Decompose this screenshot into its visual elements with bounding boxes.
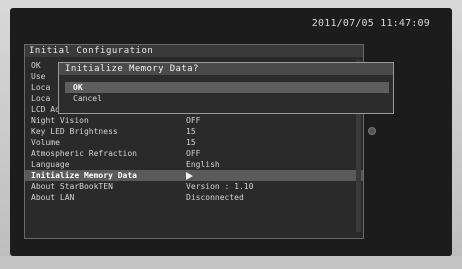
config-row-label: Initialize Memory Data <box>31 171 137 180</box>
status-dot-icon <box>368 127 376 135</box>
config-row-value: 15 <box>186 127 196 136</box>
config-row-label: Volume <box>31 138 60 147</box>
config-row-label: Key LED Brightness <box>31 127 118 136</box>
config-row-label: Use <box>31 72 46 81</box>
dialog-cancel-option[interactable]: Cancel <box>65 93 389 104</box>
datetime-readout: 2011/07/05 11:47:09 <box>311 18 430 29</box>
config-row-value: 15 <box>186 138 196 147</box>
confirm-dialog: Initialize Memory Data? OK Cancel <box>58 62 394 114</box>
bezel-bottom <box>0 256 462 269</box>
config-row-language[interactable]: Language English <box>25 159 363 170</box>
config-row-label: Night Vision <box>31 116 89 125</box>
config-row-value: English <box>186 160 220 169</box>
config-row-label: About StarBookTEN <box>31 182 113 191</box>
config-row-value: OFF <box>186 116 201 125</box>
dialog-title: Initialize Memory Data? <box>59 63 393 75</box>
config-row-about-lan[interactable]: About LAN Disconnected <box>25 192 363 203</box>
config-row-label: OK <box>31 61 41 70</box>
config-row-value: Disconnected <box>186 193 244 202</box>
config-row-atmospheric-refraction[interactable]: Atmospheric Refraction OFF <box>25 148 363 159</box>
config-row-label: Language <box>31 160 70 169</box>
play-arrow-icon <box>186 171 193 180</box>
config-row-label: Atmospheric Refraction <box>31 149 137 158</box>
config-row-value <box>186 170 193 181</box>
dialog-ok-option[interactable]: OK <box>65 82 389 93</box>
config-row-label: Loca <box>31 83 51 92</box>
config-row-label: About LAN <box>31 193 75 202</box>
config-row-night-vision[interactable]: Night Vision OFF <box>25 115 363 126</box>
config-row-label: Loca <box>31 94 51 103</box>
config-row-value: Version : 1.10 <box>186 182 254 191</box>
config-row-key-led-brightness[interactable]: Key LED Brightness 15 <box>25 126 363 137</box>
config-row-volume[interactable]: Volume 15 <box>25 137 363 148</box>
config-row-about-starbookten[interactable]: About StarBookTEN Version : 1.10 <box>25 181 363 192</box>
config-row-value: OFF <box>186 149 201 158</box>
config-window-title: Initial Configuration <box>25 45 363 57</box>
config-row-initialize-memory-data[interactable]: Initialize Memory Data <box>25 170 363 181</box>
